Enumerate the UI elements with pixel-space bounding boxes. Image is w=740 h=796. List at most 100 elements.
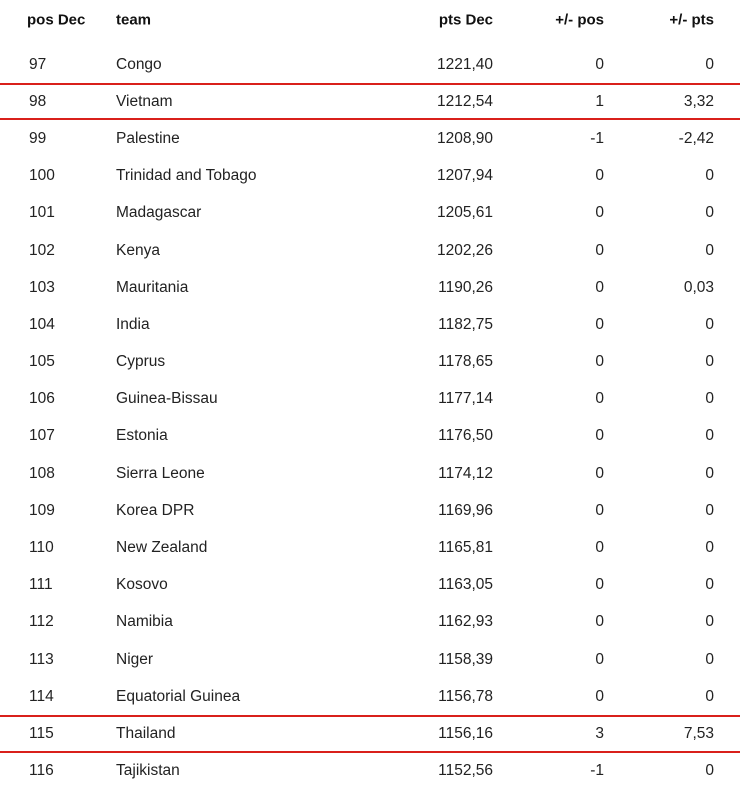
cell-pts: 1177,14: [438, 390, 493, 408]
cell-delta-pts: 0: [705, 241, 714, 259]
cell-pts: 1221,40: [436, 55, 493, 73]
cell-delta-pos: 0: [595, 687, 604, 705]
cell-team: Trinidad and Tobago: [116, 167, 257, 185]
cell-pts: 1152,56: [438, 762, 493, 780]
cell-pos: 105: [29, 353, 55, 371]
cell-delta-pos: 1: [595, 92, 604, 110]
cell-delta-pos: 0: [595, 539, 604, 557]
table-row: 113 Niger 1158,39 0 0: [0, 641, 740, 678]
cell-pos: 109: [29, 501, 55, 519]
cell-delta-pos: 0: [595, 315, 604, 333]
table-row-highlighted: 115 Thailand 1156,16 3 7,53: [0, 715, 740, 753]
cell-delta-pts: 0: [705, 576, 714, 594]
cell-pos: 101: [29, 204, 55, 222]
cell-pos: 110: [29, 539, 54, 557]
cell-delta-pos: 0: [595, 353, 604, 371]
cell-delta-pos: 0: [595, 427, 604, 445]
table-body: 97 Congo 1221,40 0 0 98 Vietnam 1212,54 1 3,32 99 P…: [0, 46, 740, 790]
header-pts[interactable]: pts Dec: [439, 12, 493, 29]
header-team[interactable]: team: [116, 12, 151, 29]
cell-delta-pos: 0: [595, 55, 604, 73]
cell-pts: 1165,81: [438, 539, 493, 557]
cell-team: Niger: [116, 650, 154, 668]
header-delta-pts[interactable]: +/- pts: [669, 12, 714, 29]
cell-team: New Zealand: [116, 539, 208, 557]
table-row: 104 India 1182,75 0 0: [0, 306, 740, 343]
cell-pos: 103: [29, 278, 55, 296]
cell-delta-pts: 0,03: [683, 278, 714, 296]
cell-team: Thailand: [116, 724, 176, 742]
table-row: 101 Madagascar 1205,61 0 0: [0, 195, 740, 232]
cell-pos: 112: [29, 613, 54, 631]
cell-delta-pos: 0: [595, 204, 604, 222]
cell-pos: 114: [29, 687, 54, 705]
cell-delta-pos: 0: [595, 241, 604, 259]
header-pos[interactable]: pos Dec: [27, 12, 85, 29]
cell-delta-pos: -1: [590, 129, 604, 147]
cell-team: Congo: [116, 55, 162, 73]
header-delta-pos[interactable]: +/- pos: [555, 12, 604, 29]
table-row: 106 Guinea-Bissau 1177,14 0 0: [0, 381, 740, 418]
cell-pos: 102: [29, 241, 55, 259]
cell-pos: 107: [29, 427, 55, 445]
cell-delta-pts: 0: [705, 55, 714, 73]
cell-team: Palestine: [116, 129, 180, 147]
cell-delta-pts: 0: [705, 762, 714, 780]
cell-pts: 1208,90: [436, 129, 493, 147]
cell-delta-pts: 0: [705, 464, 714, 482]
cell-delta-pts: 7,53: [683, 724, 714, 742]
cell-pts: 1202,26: [436, 241, 493, 259]
table-row: 107 Estonia 1176,50 0 0: [0, 418, 740, 455]
cell-delta-pos: 0: [595, 278, 604, 296]
table-row: 112 Namibia 1162,93 0 0: [0, 604, 740, 641]
cell-pts: 1158,39: [438, 650, 493, 668]
cell-delta-pos: 0: [595, 613, 604, 631]
cell-pts: 1156,16: [438, 724, 493, 742]
cell-delta-pts: 0: [705, 315, 714, 333]
cell-pts: 1178,65: [438, 353, 493, 371]
cell-pts: 1163,05: [438, 576, 493, 594]
cell-pts: 1205,61: [436, 204, 493, 222]
cell-delta-pos: -1: [590, 762, 604, 780]
cell-pts: 1207,94: [436, 167, 493, 185]
cell-pos: 98: [29, 92, 47, 110]
table-row: 99 Palestine 1208,90 -1 -2,42: [0, 120, 740, 157]
cell-pts: 1176,50: [438, 427, 493, 445]
cell-team: India: [116, 315, 150, 333]
cell-pos: 111: [29, 576, 53, 594]
table-row: 103 Mauritania 1190,26 0 0,03: [0, 269, 740, 306]
cell-delta-pos: 0: [595, 167, 604, 185]
table-row: 110 New Zealand 1165,81 0 0: [0, 529, 740, 566]
cell-delta-pts: 3,32: [683, 92, 714, 110]
cell-delta-pts: 0: [705, 427, 714, 445]
cell-delta-pts: 0: [705, 167, 714, 185]
cell-pts: 1190,26: [438, 278, 493, 296]
table-row: 108 Sierra Leone 1174,12 0 0: [0, 455, 740, 492]
table-row: 97 Congo 1221,40 0 0: [0, 46, 740, 83]
cell-delta-pos: 0: [595, 464, 604, 482]
cell-pos: 115: [29, 724, 54, 742]
cell-delta-pos: 0: [595, 390, 604, 408]
cell-delta-pts: 0: [705, 539, 714, 557]
cell-pts: 1182,75: [438, 315, 493, 333]
cell-pts: 1169,96: [438, 501, 493, 519]
table-row: 109 Korea DPR 1169,96 0 0: [0, 492, 740, 529]
cell-pts: 1174,12: [438, 464, 493, 482]
table-row: 102 Kenya 1202,26 0 0: [0, 232, 740, 269]
cell-pos: 100: [29, 167, 55, 185]
cell-team: Namibia: [116, 613, 173, 631]
cell-team: Estonia: [116, 427, 168, 445]
table-row: 116 Tajikistan 1152,56 -1 0: [0, 753, 740, 790]
cell-delta-pts: 0: [705, 390, 714, 408]
table-row-highlighted: 98 Vietnam 1212,54 1 3,32: [0, 83, 740, 121]
cell-pos: 116: [29, 762, 54, 780]
cell-delta-pts: 0: [705, 204, 714, 222]
table-row: 111 Kosovo 1163,05 0 0: [0, 567, 740, 604]
cell-delta-pts: 0: [705, 353, 714, 371]
cell-delta-pos: 0: [595, 501, 604, 519]
cell-team: Guinea-Bissau: [116, 390, 218, 408]
cell-team: Vietnam: [116, 92, 173, 110]
cell-pts: 1212,54: [436, 92, 493, 110]
cell-team: Cyprus: [116, 353, 166, 371]
cell-pos: 97: [29, 55, 47, 73]
